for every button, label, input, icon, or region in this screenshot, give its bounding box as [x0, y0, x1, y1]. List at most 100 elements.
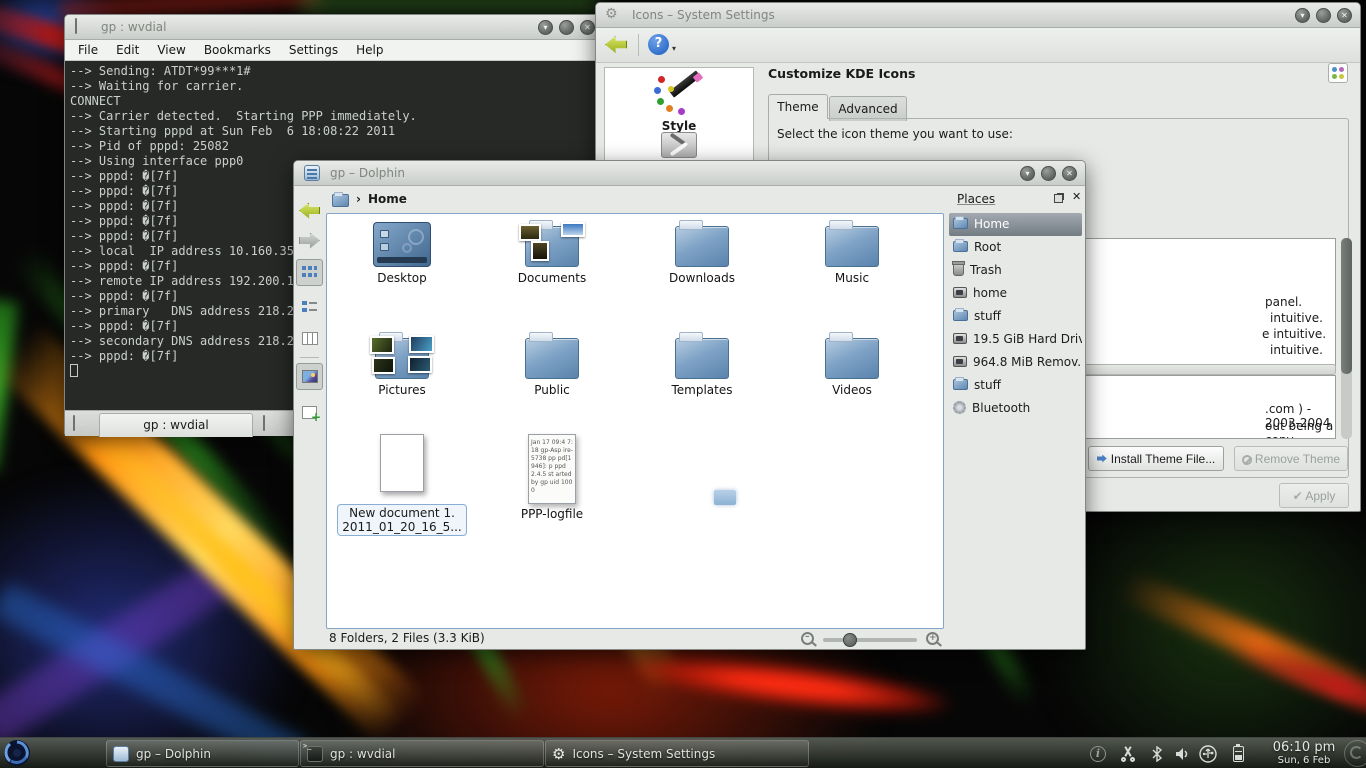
- drive-icon: [953, 356, 967, 367]
- split-view-button[interactable]: [296, 399, 323, 426]
- file-item-new-document[interactable]: New document 1. 2011_01_20_16_5...: [327, 434, 477, 536]
- klipper-scissors-icon[interactable]: [1118, 744, 1138, 764]
- file-label: Videos: [777, 383, 927, 397]
- file-item-ppp-logfile[interactable]: Jan 17 09:4 7:18 gp-Asp ire-5738 pp pd[1…: [477, 434, 627, 521]
- help-dropdown-caret[interactable]: ▾: [672, 44, 676, 53]
- zoom-out-icon[interactable]: –: [801, 632, 814, 645]
- settings-window-title: Icons – System Settings: [632, 8, 775, 22]
- dolphin-task-icon: [113, 746, 129, 762]
- place-home-device[interactable]: home: [949, 282, 1082, 305]
- zoom-slider-handle[interactable]: [843, 633, 857, 647]
- task-system-settings[interactable]: ⚙ Icons – System Settings: [545, 740, 809, 767]
- task-dolphin[interactable]: gp – Dolphin: [106, 740, 299, 767]
- split-view-icon: [302, 406, 317, 419]
- preview-toggle-button[interactable]: [296, 363, 323, 390]
- dolphin-file-view[interactable]: Desktop Documents Downloads Music: [326, 213, 944, 629]
- close-button[interactable]: ✕: [1062, 166, 1077, 181]
- terminal-menubar: File Edit View Bookmarks Settings Help: [65, 40, 603, 61]
- place-removable[interactable]: 964.8 MiB Remov...: [949, 351, 1082, 374]
- select-theme-label: Select the icon theme you want to use:: [777, 127, 1013, 141]
- icon-sizes-widget[interactable]: [1328, 63, 1348, 83]
- place-stuff-2[interactable]: stuff: [949, 374, 1082, 397]
- maximize-button[interactable]: [559, 20, 574, 35]
- file-item-pictures[interactable]: Pictures: [327, 334, 477, 397]
- desktop-folder-icon: [373, 222, 431, 267]
- task-wvdial[interactable]: gp : wvdial: [300, 740, 544, 767]
- new-tab-button[interactable]: [73, 415, 75, 431]
- minimize-button[interactable]: ▾: [1295, 8, 1310, 23]
- install-theme-button[interactable]: Install Theme File...: [1088, 446, 1224, 471]
- sidebar-item-label: Style: [605, 119, 753, 133]
- place-bluetooth[interactable]: Bluetooth: [949, 397, 1082, 420]
- home-folder-icon[interactable]: [332, 194, 349, 207]
- places-detach-icon[interactable]: [1054, 194, 1063, 203]
- columns-view-button[interactable]: [296, 325, 323, 352]
- file-label: Downloads: [627, 271, 777, 285]
- drive-icon: [953, 333, 967, 344]
- place-home[interactable]: Home: [949, 213, 1082, 236]
- app-launcher-button[interactable]: [3, 739, 31, 767]
- usb-device-tray-icon[interactable]: [1198, 744, 1218, 764]
- drive-icon: [953, 287, 967, 298]
- place-hard-drive[interactable]: 19.5 GiB Hard Drive: [949, 328, 1082, 351]
- zoom-slider[interactable]: [823, 638, 917, 642]
- volume-tray-icon[interactable]: [1172, 744, 1192, 764]
- menu-bookmarks[interactable]: Bookmarks: [195, 41, 280, 59]
- minimize-button[interactable]: ▾: [1020, 166, 1035, 181]
- tab-list-button[interactable]: [263, 415, 265, 431]
- file-item-documents[interactable]: Documents: [477, 222, 627, 285]
- clock[interactable]: 06:10 pm Sun, 6 Feb: [1268, 740, 1340, 767]
- sidebar-item-style[interactable]: Style: [605, 74, 753, 133]
- help-button[interactable]: ?: [648, 34, 669, 55]
- file-label: PPP-logfile: [477, 507, 627, 521]
- place-trash[interactable]: Trash: [949, 259, 1082, 282]
- file-item-public[interactable]: Public: [477, 334, 627, 397]
- desktop: gp : wvdial ▾ ✕ File Edit View Bookmarks…: [0, 0, 1366, 768]
- apply-button[interactable]: ✔ Apply: [1279, 483, 1349, 508]
- file-item-downloads[interactable]: Downloads: [627, 222, 777, 285]
- battery-tray-icon[interactable]: [1228, 744, 1248, 764]
- menu-help[interactable]: Help: [347, 41, 392, 59]
- tab-theme[interactable]: Theme: [768, 94, 828, 119]
- file-item-desktop[interactable]: Desktop: [327, 222, 477, 285]
- back-button[interactable]: [296, 197, 323, 224]
- terminal-tab-active[interactable]: gp : wvdial: [99, 413, 253, 437]
- clock-time: 06:10 pm: [1268, 740, 1340, 755]
- places-close-icon[interactable]: ✕: [1072, 190, 1081, 203]
- menu-settings[interactable]: Settings: [280, 41, 347, 59]
- close-button[interactable]: ✕: [1337, 8, 1352, 23]
- menu-file[interactable]: File: [69, 41, 107, 59]
- toolbar-separator: [638, 34, 639, 56]
- breadcrumb-current[interactable]: Home: [368, 192, 407, 206]
- file-item-videos[interactable]: Videos: [777, 334, 927, 397]
- minimize-button[interactable]: ▾: [538, 20, 553, 35]
- info-tray-icon[interactable]: i: [1088, 744, 1108, 764]
- remove-theme-button[interactable]: Remove Theme: [1234, 446, 1348, 471]
- scrollbar-thumb[interactable]: [1341, 238, 1352, 374]
- folder-icon: [675, 338, 729, 379]
- file-item-music[interactable]: Music: [777, 222, 927, 285]
- menu-edit[interactable]: Edit: [107, 41, 148, 59]
- file-label: Pictures: [327, 383, 477, 397]
- settings-titlebar[interactable]: ⚙ Icons – System Settings ▾ ✕: [596, 3, 1360, 28]
- icons-view-button[interactable]: [296, 259, 323, 286]
- terminal-task-icon: [307, 746, 323, 762]
- bluetooth-tray-icon[interactable]: [1147, 744, 1167, 764]
- details-view-icon: [302, 300, 317, 313]
- zoom-in-icon[interactable]: +: [926, 632, 939, 645]
- terminal-titlebar[interactable]: gp : wvdial ▾ ✕: [65, 15, 603, 40]
- place-root[interactable]: Root: [949, 236, 1082, 259]
- sidebar-item-toolbox-icon[interactable]: [661, 132, 697, 158]
- theme-list-scrollbar[interactable]: [1341, 238, 1352, 439]
- forward-button[interactable]: [296, 227, 323, 254]
- panel-toolbox-cashew[interactable]: [1344, 740, 1366, 767]
- close-button[interactable]: ✕: [580, 20, 595, 35]
- menu-view[interactable]: View: [148, 41, 194, 59]
- place-stuff[interactable]: stuff: [949, 305, 1082, 328]
- maximize-button[interactable]: [1041, 166, 1056, 181]
- back-button[interactable]: [605, 36, 627, 53]
- dolphin-titlebar[interactable]: gp – Dolphin ▾ ✕: [294, 161, 1085, 186]
- file-item-templates[interactable]: Templates: [627, 334, 777, 397]
- maximize-button[interactable]: [1316, 8, 1331, 23]
- details-view-button[interactable]: [296, 293, 323, 320]
